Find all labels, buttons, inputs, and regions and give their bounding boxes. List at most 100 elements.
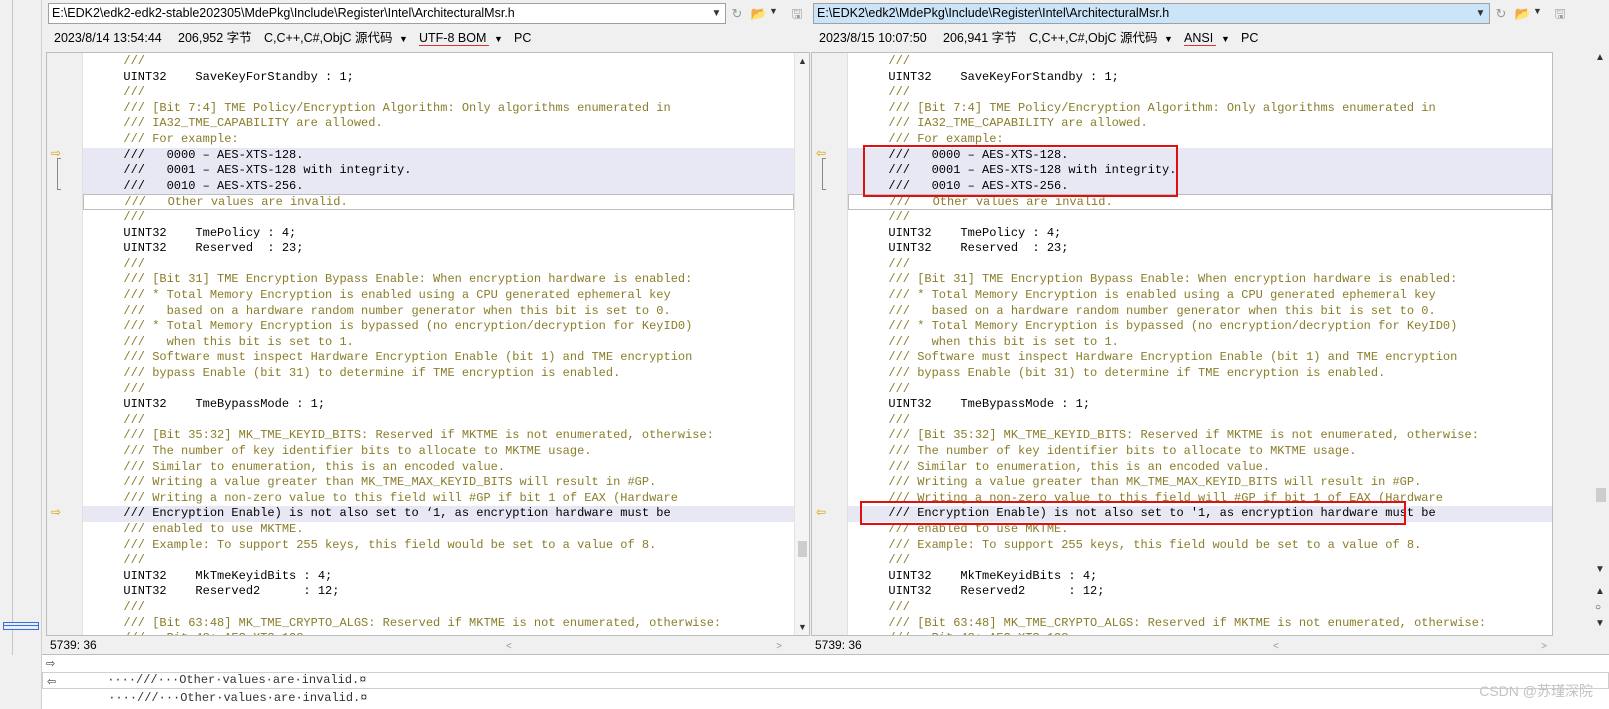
code-line[interactable]: /// based on a hardware random number ge… bbox=[83, 304, 794, 320]
code-line[interactable]: /// bbox=[83, 54, 794, 70]
left-editor[interactable]: ⇨ ⇨ /// UINT32 SaveKeyForStandby : 1; //… bbox=[46, 52, 810, 636]
code-line[interactable]: /// bbox=[83, 382, 794, 398]
code-line[interactable]: /// bbox=[848, 54, 1552, 70]
code-line[interactable]: UINT32 Reserved : 23; bbox=[848, 241, 1552, 257]
chevron-down-icon[interactable]: ▼ bbox=[1472, 4, 1489, 23]
code-line[interactable]: /// bbox=[848, 413, 1552, 429]
scroll-down-icon[interactable]: ▼ bbox=[1595, 564, 1605, 575]
code-line[interactable]: /// * Total Memory Encryption is bypasse… bbox=[83, 319, 794, 335]
reload-icon[interactable]: ↻ bbox=[728, 5, 746, 22]
chevron-down-icon[interactable]: ▼ bbox=[1221, 29, 1230, 49]
code-line[interactable]: /// [Bit 35:32] MK_TME_KEYID_BITS: Reser… bbox=[848, 428, 1552, 444]
code-line[interactable]: /// 0010 – AES-XTS-256. bbox=[83, 178, 794, 195]
code-line[interactable]: /// based on a hardware random number ge… bbox=[848, 304, 1552, 320]
code-line[interactable]: UINT32 Reserved2 : 12; bbox=[83, 584, 794, 600]
chevron-down-icon[interactable]: ▼ bbox=[708, 4, 725, 23]
diff-arrow-icon[interactable]: ⇨ bbox=[51, 505, 61, 519]
code-line[interactable]: /// Writing a value greater than MK_TME_… bbox=[848, 475, 1552, 491]
code-line[interactable]: /// bypass Enable (bit 31) to determine … bbox=[83, 366, 794, 382]
left-code[interactable]: /// UINT32 SaveKeyForStandby : 1; /// //… bbox=[83, 53, 794, 635]
code-line[interactable]: /// IA32_TME_CAPABILITY are allowed. bbox=[83, 116, 794, 132]
overview-scrollbar[interactable]: ▲ ▼ ▲ ○ ▼ bbox=[1593, 52, 1609, 652]
code-line[interactable]: /// IA32_TME_CAPABILITY are allowed. bbox=[848, 116, 1552, 132]
scroll-thumb[interactable] bbox=[798, 541, 807, 557]
chevron-down-icon[interactable]: ▼ bbox=[1164, 29, 1173, 49]
code-line[interactable]: /// Example: To support 255 keys, this f… bbox=[83, 538, 794, 554]
scroll-up-icon[interactable]: ▲ bbox=[795, 54, 809, 68]
chevron-down-icon[interactable]: ▼ bbox=[1533, 6, 1542, 16]
code-line[interactable]: UINT32 TmeBypassMode : 1; bbox=[83, 397, 794, 413]
code-line[interactable]: UINT32 TmePolicy : 4; bbox=[83, 226, 794, 242]
left-path-input[interactable]: E:\EDK2\edk2-edk2-stable202305\MdePkg\In… bbox=[48, 3, 726, 24]
code-line[interactable]: /// Similar to enumeration, this is an e… bbox=[83, 460, 794, 476]
scroll-up-icon[interactable]: ▲ bbox=[1595, 52, 1605, 63]
code-line[interactable]: /// 0000 – AES-XTS-128. bbox=[83, 147, 794, 164]
next-diff-icon[interactable]: ▼ bbox=[1595, 618, 1605, 629]
code-line[interactable]: /// bbox=[83, 600, 794, 616]
code-line[interactable]: /// enabled to use MKTME. bbox=[83, 522, 794, 538]
code-line[interactable]: /// Other values are invalid. bbox=[83, 194, 794, 210]
reload-icon[interactable]: ↻ bbox=[1492, 5, 1510, 22]
location-pane[interactable] bbox=[0, 0, 42, 709]
open-folder-icon[interactable]: 📂 bbox=[750, 5, 768, 22]
left-vscroll[interactable]: ▲ ▼ bbox=[794, 53, 809, 635]
code-line[interactable]: /// bbox=[848, 257, 1552, 273]
code-line[interactable]: UINT32 SaveKeyForStandby : 1; bbox=[848, 70, 1552, 86]
right-editor[interactable]: ⇦ ⇦ /// UINT32 SaveKeyForStandby : 1; //… bbox=[811, 52, 1553, 636]
code-line[interactable]: /// * Total Memory Encryption is enabled… bbox=[83, 288, 794, 304]
code-line[interactable]: /// [Bit 35:32] MK_TME_KEYID_BITS: Reser… bbox=[83, 428, 794, 444]
code-line[interactable]: /// bbox=[848, 600, 1552, 616]
right-line-ending[interactable]: PC bbox=[1241, 28, 1258, 48]
previous-diff-icon[interactable]: ▲ bbox=[1595, 586, 1605, 597]
code-line[interactable]: /// bbox=[848, 553, 1552, 569]
chevron-down-icon[interactable]: ▼ bbox=[399, 29, 408, 49]
chevron-down-icon[interactable]: ▼ bbox=[494, 29, 503, 49]
code-line[interactable]: /// [Bit 63:48] MK_TME_CRYPTO_ALGS: Rese… bbox=[848, 616, 1552, 632]
current-diff-icon[interactable]: ○ bbox=[1595, 602, 1601, 613]
code-line[interactable]: /// 0001 – AES-XTS-128 with integrity. bbox=[83, 163, 794, 179]
code-line[interactable]: UINT32 Reserved : 23; bbox=[83, 241, 794, 257]
code-line[interactable]: /// [Bit 31] TME Encryption Bypass Enabl… bbox=[848, 272, 1552, 288]
diff-arrow-left-icon[interactable]: ⇦ bbox=[816, 505, 826, 519]
code-line[interactable]: /// bbox=[848, 382, 1552, 398]
open-folder-icon[interactable]: 📂 bbox=[1514, 5, 1532, 22]
code-line[interactable]: /// Software must inspect Hardware Encry… bbox=[83, 350, 794, 366]
left-file-format[interactable]: C,C++,C#,ObjC 源代码 bbox=[264, 28, 393, 48]
code-line[interactable]: /// Similar to enumeration, this is an e… bbox=[848, 460, 1552, 476]
code-line[interactable]: UINT32 MkTmeKeyidBits : 4; bbox=[848, 569, 1552, 585]
left-hscroll[interactable]: < > bbox=[506, 638, 784, 652]
code-line[interactable]: /// when this bit is set to 1. bbox=[848, 335, 1552, 351]
code-line[interactable]: /// The number of key identifier bits to… bbox=[83, 444, 794, 460]
scroll-down-icon[interactable]: ▼ bbox=[795, 620, 809, 634]
overview-thumb[interactable] bbox=[1596, 488, 1606, 502]
code-line[interactable]: /// [Bit 7:4] TME Policy/Encryption Algo… bbox=[83, 101, 794, 117]
save-icon[interactable]: 🖫 bbox=[788, 5, 806, 22]
left-line-ending[interactable]: PC bbox=[514, 28, 531, 48]
code-line[interactable]: /// For example: bbox=[83, 132, 794, 148]
code-line[interactable]: /// [Bit 31] TME Encryption Bypass Enabl… bbox=[83, 272, 794, 288]
code-line[interactable]: /// * Total Memory Encryption is enabled… bbox=[848, 288, 1552, 304]
right-path-input[interactable]: E:\EDK2\edk2\MdePkg\Include\Register\Int… bbox=[813, 3, 1490, 24]
chevron-down-icon[interactable]: ▼ bbox=[769, 6, 778, 16]
code-line[interactable]: UINT32 TmePolicy : 4; bbox=[848, 226, 1552, 242]
code-line[interactable]: /// * Total Memory Encryption is bypasse… bbox=[848, 319, 1552, 335]
code-line[interactable]: UINT32 MkTmeKeyidBits : 4; bbox=[83, 569, 794, 585]
detail-line-left[interactable]: ⇨ ····///···Other·values·are·invalid.¤ bbox=[42, 655, 1609, 687]
code-line[interactable]: /// Encryption Enable) is not also set t… bbox=[83, 506, 794, 522]
code-line[interactable]: /// bbox=[83, 210, 794, 226]
right-hscroll[interactable]: < > bbox=[1273, 638, 1549, 652]
code-line[interactable]: /// bbox=[848, 85, 1552, 101]
code-line[interactable]: /// Software must inspect Hardware Encry… bbox=[848, 350, 1552, 366]
code-line[interactable]: /// Writing a value greater than MK_TME_… bbox=[83, 475, 794, 491]
code-line[interactable]: /// Writing a non-zero value to this fie… bbox=[83, 491, 794, 507]
save-icon[interactable]: 🖫 bbox=[1551, 5, 1569, 22]
right-file-format[interactable]: C,C++,C#,ObjC 源代码 bbox=[1029, 28, 1158, 48]
code-line[interactable]: /// [Bit 63:48] MK_TME_CRYPTO_ALGS: Rese… bbox=[83, 616, 794, 632]
right-code[interactable]: /// UINT32 SaveKeyForStandby : 1; /// //… bbox=[848, 53, 1552, 635]
code-line[interactable]: /// [Bit 7:4] TME Policy/Encryption Algo… bbox=[848, 101, 1552, 117]
code-line[interactable]: /// bbox=[83, 553, 794, 569]
code-line[interactable]: /// bbox=[83, 85, 794, 101]
code-line[interactable]: /// bbox=[83, 413, 794, 429]
code-line[interactable]: UINT32 SaveKeyForStandby : 1; bbox=[83, 70, 794, 86]
code-line[interactable]: /// bypass Enable (bit 31) to determine … bbox=[848, 366, 1552, 382]
